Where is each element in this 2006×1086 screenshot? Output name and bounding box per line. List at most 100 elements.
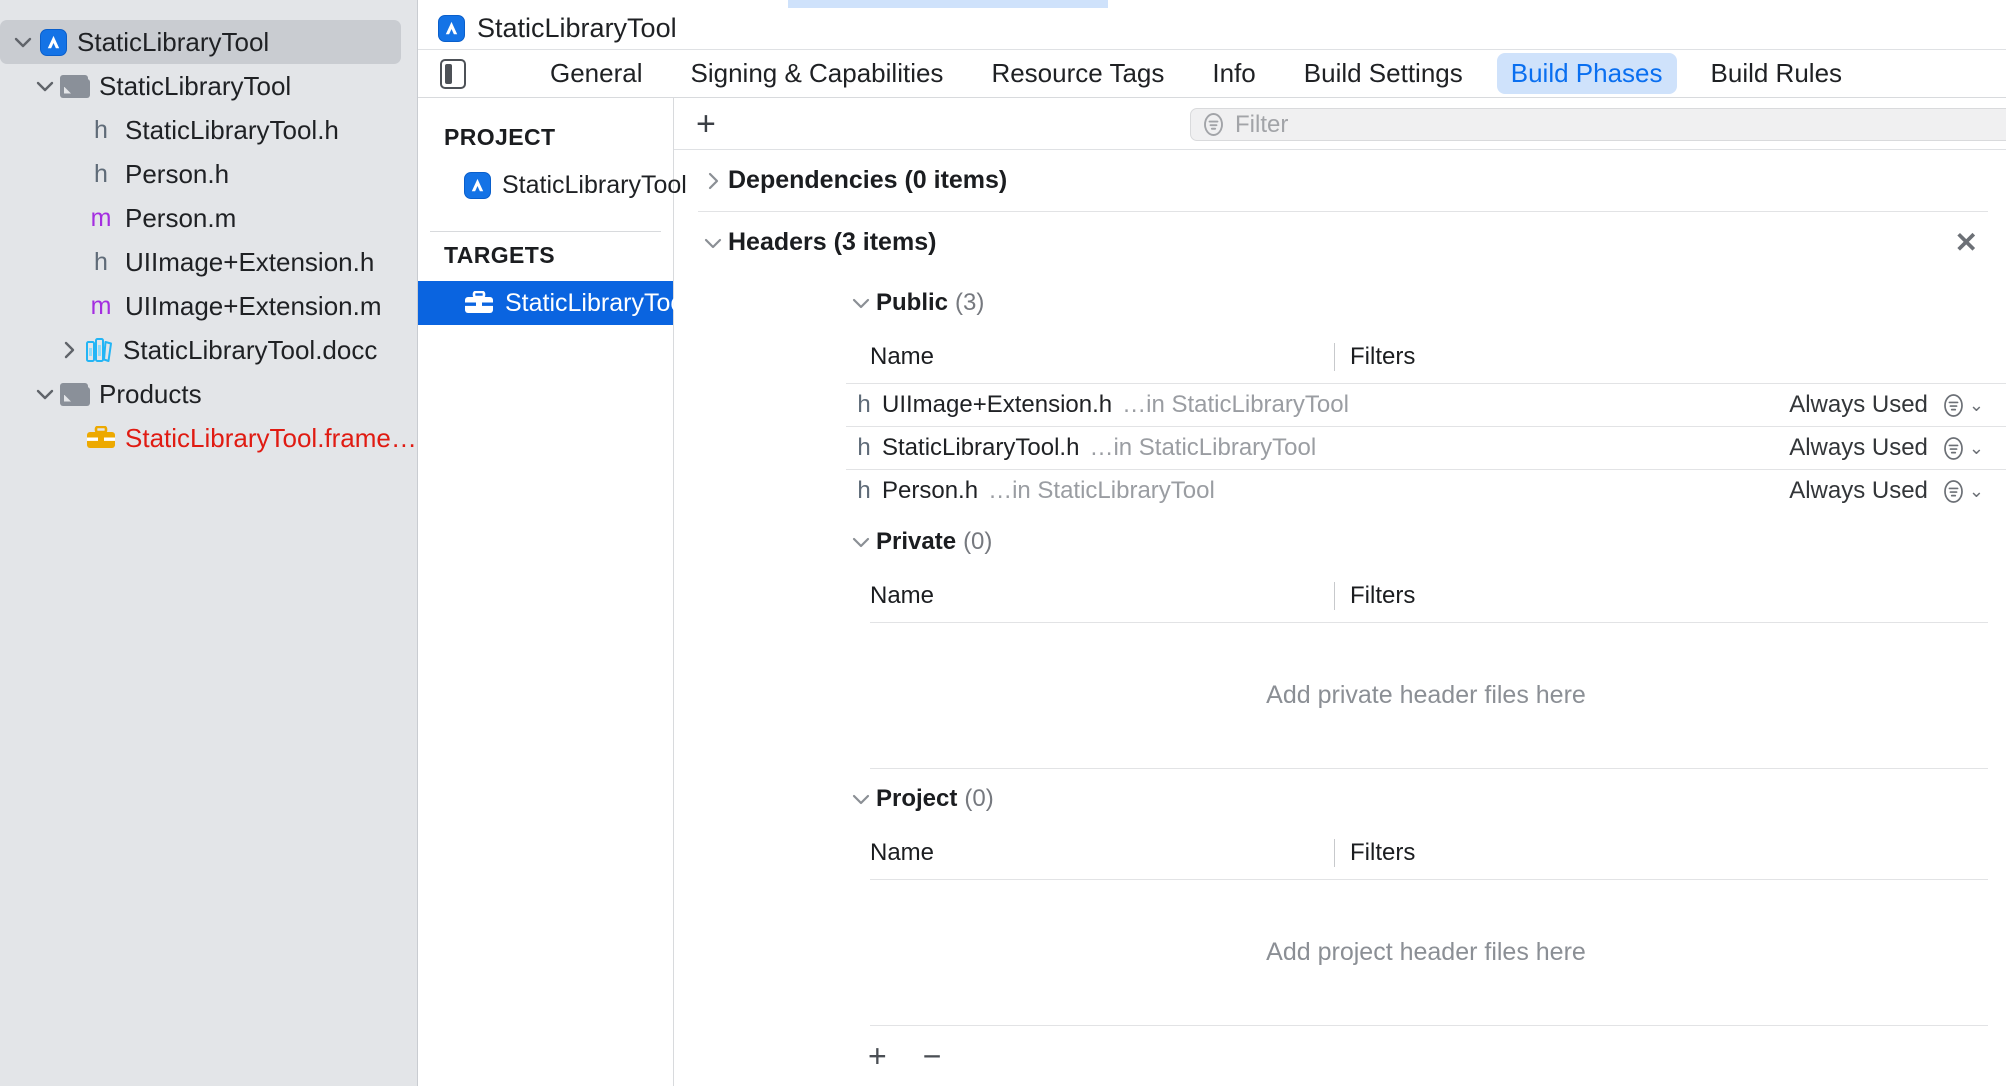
navigator-row-file[interactable]: h UIImage+Extension.h: [0, 240, 417, 284]
disclosure-down-icon[interactable]: [32, 80, 58, 92]
header-file-icon: h: [94, 159, 108, 188]
navigator-row-project[interactable]: StaticLibraryTool: [0, 20, 401, 64]
file-location: …in StaticLibraryTool: [1122, 391, 1349, 418]
tab-general[interactable]: General: [536, 53, 657, 94]
header-file-icon: h: [857, 391, 871, 418]
disclosure-down-icon[interactable]: [846, 297, 876, 309]
active-editor-tab-indicator: [788, 0, 1108, 8]
navigator-row-label: StaticLibraryTool.docc: [123, 334, 378, 365]
header-file-icon: h: [857, 477, 871, 504]
navigator-row-file[interactable]: h StaticLibraryTool.h: [0, 108, 417, 152]
subsection-count: (3): [955, 289, 985, 316]
empty-state-project: Add project header files here: [1266, 938, 1586, 966]
close-icon[interactable]: ✕: [1955, 228, 1978, 257]
navigator-row-docc[interactable]: StaticLibraryTool.docc: [0, 328, 417, 372]
project-navigator: StaticLibraryTool StaticLibraryTool h St…: [0, 0, 418, 1086]
remove-header-button[interactable]: −: [923, 1040, 942, 1072]
navigator-row-label: Person.h: [125, 158, 230, 189]
file-location: …in StaticLibraryTool: [988, 477, 1215, 504]
folder-icon: [58, 74, 92, 98]
target-item-label: StaticLibraryTool: [505, 288, 690, 317]
subsection-project[interactable]: Project (0): [674, 769, 2006, 827]
editor-titlebar: StaticLibraryTool: [418, 8, 2006, 50]
filter-menu-icon[interactable]: ⌄: [1941, 393, 1984, 418]
project-item-staticlibrarytool[interactable]: StaticLibraryTool: [418, 163, 687, 207]
navigator-row-file[interactable]: m UIImage+Extension.m: [0, 284, 417, 328]
subsection-private[interactable]: Private (0): [674, 512, 2006, 570]
disclosure-down-icon[interactable]: [698, 237, 728, 249]
objc-file-icon: m: [90, 291, 112, 320]
subsection-name: Private: [876, 528, 957, 555]
header-file-icon: h: [94, 247, 108, 276]
disclosure-right-icon[interactable]: [56, 341, 82, 359]
add-build-phase-button[interactable]: +: [696, 107, 716, 141]
column-header-filters: Filters: [1334, 343, 1415, 371]
phase-dependencies[interactable]: Dependencies (0 items): [674, 150, 2006, 211]
navigator-row-label: Products: [99, 378, 202, 409]
navigator-row-label: StaticLibraryTool.h: [125, 114, 339, 145]
file-location: …in StaticLibraryTool: [1089, 434, 1317, 461]
column-header-name: Name: [870, 839, 935, 866]
filter-menu-icon[interactable]: ⌄: [1941, 479, 1984, 504]
build-phases-content: + Filter Dependencies (0 items) Headers …: [674, 98, 2006, 1086]
column-header-filters: Filters: [1334, 839, 1415, 867]
navigator-row-group[interactable]: StaticLibraryTool: [0, 64, 417, 108]
subsection-name: Public: [876, 289, 949, 316]
header-file-icon: h: [94, 115, 108, 144]
disclosure-down-icon[interactable]: [846, 536, 876, 548]
disclosure-down-icon[interactable]: [32, 388, 58, 400]
file-filter-value: Always Used: [1789, 391, 1928, 418]
filter-input[interactable]: Filter: [1190, 108, 2006, 141]
filter-menu-icon[interactable]: ⌄: [1941, 436, 1984, 461]
filter-icon: [1201, 112, 1226, 137]
folder-icon: [58, 382, 92, 406]
file-name: UIImage+Extension.h: [882, 391, 1113, 418]
tab-build-rules[interactable]: Build Rules: [1697, 53, 1857, 94]
app-icon: [36, 28, 70, 56]
project-targets-pane: PROJECT StaticLibraryTool TARGETS Static…: [418, 98, 690, 1086]
framework-target-icon: [464, 291, 494, 315]
navigator-row-file[interactable]: h Person.h: [0, 152, 417, 196]
column-header-name: Name: [870, 343, 935, 370]
navigator-row-products[interactable]: Products: [0, 372, 417, 416]
targets-section-header: TARGETS: [444, 242, 555, 268]
project-section-header: PROJECT: [444, 124, 556, 150]
tab-build-settings[interactable]: Build Settings: [1290, 53, 1477, 94]
tab-resource-tags[interactable]: Resource Tags: [977, 53, 1178, 94]
navigator-row-framework[interactable]: StaticLibraryTool.framework: [0, 416, 417, 460]
subsection-name: Project: [876, 785, 958, 812]
headers-phase-footer: + −: [674, 1026, 2006, 1086]
disclosure-right-icon[interactable]: [698, 172, 728, 190]
page-title: StaticLibraryTool: [477, 13, 677, 43]
project-item-label: StaticLibraryTool: [502, 170, 687, 199]
editor-area: StaticLibraryTool General Signing & Capa…: [418, 0, 2006, 1086]
subsection-count: (0): [963, 528, 993, 555]
phase-title: Headers (3 items): [728, 228, 937, 256]
phase-headers[interactable]: Headers (3 items) ✕: [674, 212, 2006, 273]
target-item-staticlibrarytool[interactable]: StaticLibraryTool: [418, 281, 690, 325]
framework-icon: [84, 426, 118, 450]
sidebar-toggle-icon[interactable]: [440, 58, 466, 89]
disclosure-down-icon[interactable]: [846, 793, 876, 805]
table-row[interactable]: h StaticLibraryTool.h …in StaticLibraryT…: [846, 426, 2006, 469]
disclosure-down-icon[interactable]: [10, 36, 36, 48]
tab-info[interactable]: Info: [1198, 53, 1269, 94]
tab-signing-capabilities[interactable]: Signing & Capabilities: [677, 53, 958, 94]
navigator-row-file[interactable]: m Person.m: [0, 196, 417, 240]
subsection-public[interactable]: Public (3): [674, 273, 2006, 331]
table-row[interactable]: h Person.h …in StaticLibraryTool Always …: [846, 469, 2006, 512]
file-filter-value: Always Used: [1789, 477, 1928, 504]
build-phases-toolbar: + Filter: [674, 98, 2006, 150]
chevron-down-icon: ⌄: [1968, 437, 1984, 458]
add-header-button[interactable]: +: [868, 1040, 887, 1072]
column-header-filters: Filters: [1334, 582, 1415, 610]
objc-file-icon: m: [90, 203, 112, 232]
editor-tab-strip: [418, 0, 2006, 8]
chevron-down-icon: ⌄: [1968, 480, 1984, 501]
file-name: StaticLibraryTool.h: [882, 434, 1080, 461]
table-row[interactable]: h UIImage+Extension.h …in StaticLibraryT…: [846, 383, 2006, 426]
navigator-row-label: UIImage+Extension.m: [125, 290, 382, 321]
tab-build-phases[interactable]: Build Phases: [1496, 53, 1677, 94]
app-icon: [464, 171, 491, 199]
file-filter-value: Always Used: [1789, 434, 1928, 461]
